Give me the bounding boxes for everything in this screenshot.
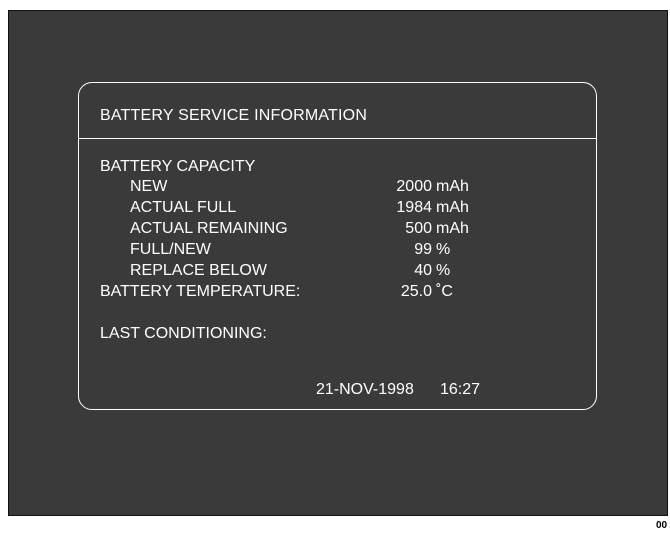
row-actual-full-unit: mAh [436, 199, 469, 216]
footer-time: 16:27 [440, 381, 481, 398]
battery-temperature-value: 25.0 [400, 283, 432, 300]
battery-service-panel: BATTERY SERVICE INFORMATION BATTERY CAPA… [78, 82, 597, 410]
device-screen: BATTERY SERVICE INFORMATION BATTERY CAPA… [8, 10, 668, 516]
row-new-value: 2000 [396, 178, 432, 195]
row-actual-remaining-value: 500 [405, 220, 432, 237]
row-replace-below-value: 40 [414, 262, 432, 279]
row-new-unit: mAh [436, 178, 469, 195]
figure-code: 00 [656, 520, 668, 531]
battery-capacity-heading: BATTERY CAPACITY [100, 158, 256, 175]
row-replace-below-label: REPLACE BELOW [130, 262, 267, 279]
last-conditioning-label: LAST CONDITIONING: [100, 325, 267, 342]
row-replace-below-unit: % [436, 262, 451, 279]
row-full-new-unit: % [436, 241, 451, 258]
panel-title: BATTERY SERVICE INFORMATION [100, 107, 368, 124]
row-actual-full-label: ACTUAL FULL [130, 199, 237, 216]
row-actual-full-value: 1984 [396, 199, 432, 216]
row-actual-remaining-unit: mAh [436, 220, 469, 237]
battery-temperature-unit: ˚C [436, 283, 453, 300]
panel-divider [79, 138, 596, 139]
row-full-new-label: FULL/NEW [130, 241, 211, 258]
row-new-label: NEW [130, 178, 168, 195]
row-full-new-value: 99 [414, 241, 432, 258]
battery-temperature-label: BATTERY TEMPERATURE: [100, 283, 301, 300]
row-actual-remaining-label: ACTUAL REMAINING [130, 220, 288, 237]
footer-date: 21-NOV-1998 [316, 381, 414, 398]
